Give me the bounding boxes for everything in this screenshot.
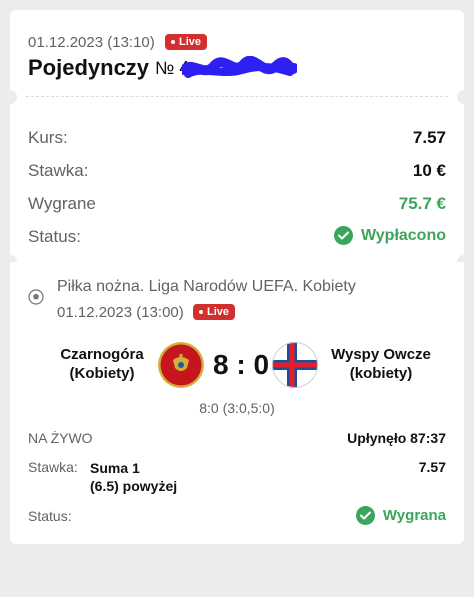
stake-value: 10 € bbox=[412, 161, 446, 180]
win-label: Wygrane bbox=[28, 194, 96, 213]
football-icon bbox=[28, 289, 44, 305]
live-dot-icon bbox=[199, 310, 203, 314]
event-status-label: Status: bbox=[28, 508, 72, 524]
selection-odds: 7.57 bbox=[418, 459, 446, 475]
live-label: Live bbox=[179, 36, 202, 48]
odds-value: 7.57 bbox=[412, 128, 446, 147]
score-detail: 8:0 (3:0,5:0) bbox=[199, 400, 275, 416]
event-status-value: Wygrana bbox=[382, 507, 446, 524]
live-status: NA ŻYWO bbox=[28, 430, 93, 446]
odds-label: Kurs: bbox=[28, 128, 68, 147]
selection-line1: Suma 1 bbox=[90, 460, 140, 476]
redaction-scribble bbox=[182, 56, 297, 78]
event-card: Piłka nożna. Liga Narodów UEFA. Kobiety … bbox=[10, 262, 464, 544]
away-team: Wyspy Owcze (kobiety) bbox=[331, 346, 431, 382]
selection-stake-label: Stawka: bbox=[28, 459, 78, 475]
status-value: Wypłacono bbox=[360, 226, 446, 244]
live-dot-icon bbox=[171, 40, 175, 44]
divider bbox=[26, 96, 448, 97]
status-label: Status: bbox=[28, 227, 81, 246]
status-paid: Wypłacono bbox=[333, 226, 446, 245]
elapsed-time: Upłynęło 87:37 bbox=[347, 430, 446, 446]
status-won: Wygrana bbox=[355, 506, 446, 525]
home-team: Czarnogóra (Kobiety) bbox=[60, 346, 144, 382]
selection: Suma 1 (6.5) powyżej bbox=[90, 459, 177, 495]
live-badge: Live bbox=[165, 34, 208, 50]
match-score: 8 : 0 bbox=[213, 349, 270, 380]
live-label: Live bbox=[207, 306, 230, 318]
ticket-notch bbox=[457, 90, 471, 104]
bet-datetime: 01.12.2023 (13:10) bbox=[28, 34, 155, 51]
check-circle-icon bbox=[333, 226, 353, 245]
check-circle-icon bbox=[355, 506, 375, 525]
faroe-islands-flag-icon bbox=[272, 342, 318, 388]
event-datetime: 01.12.2023 (13:00) bbox=[57, 304, 184, 321]
montenegro-flag-icon bbox=[158, 342, 204, 388]
win-value: 75.7 € bbox=[398, 194, 446, 213]
selection-line2: (6.5) powyżej bbox=[90, 478, 178, 494]
ticket-notch bbox=[3, 90, 17, 104]
bet-summary-card: 01.12.2023 (13:10) Live Pojedynczy № 4 K… bbox=[10, 10, 464, 263]
bet-type: Pojedynczy bbox=[28, 55, 150, 80]
stake-label: Stawka: bbox=[28, 161, 89, 180]
live-badge: Live bbox=[193, 304, 236, 320]
league-name: Piłka nożna. Liga Narodów UEFA. Kobiety bbox=[57, 278, 356, 295]
